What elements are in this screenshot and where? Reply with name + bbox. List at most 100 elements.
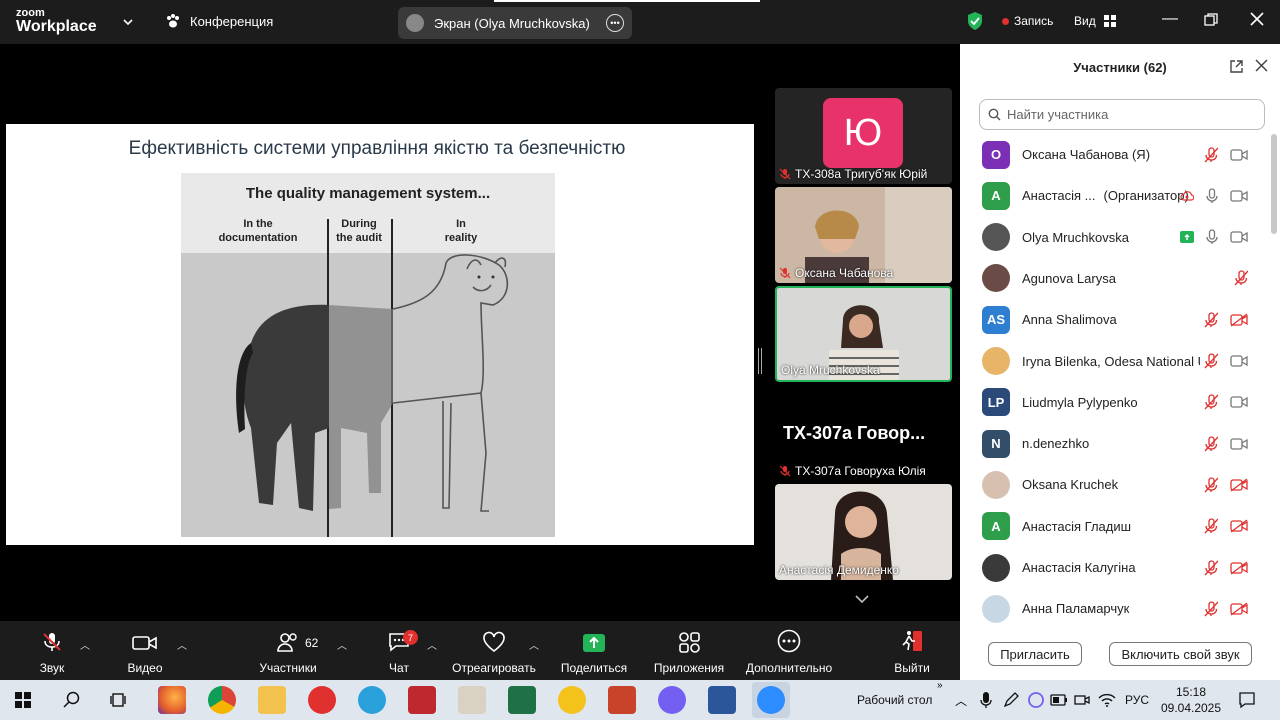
participant-row[interactable]: O Оксана Чабанова (Я) xyxy=(960,134,1270,175)
meme-col-documentation: In the documentation xyxy=(218,218,298,244)
unmute-self-button[interactable]: Включить свой звук xyxy=(1109,642,1252,666)
grid-view-icon xyxy=(1103,15,1116,27)
paw-icon xyxy=(167,14,179,28)
chevron-down-icon[interactable] xyxy=(853,590,871,608)
video-tile-active-speaker[interactable]: Olya Mruchkovska xyxy=(775,286,952,382)
close-panel-icon[interactable] xyxy=(1255,59,1268,72)
windows-start-icon[interactable] xyxy=(15,692,31,708)
pen-tray-icon[interactable] xyxy=(1002,691,1020,709)
mic-icon xyxy=(1206,229,1218,245)
expand-icon[interactable]: » xyxy=(937,680,943,691)
popout-icon[interactable] xyxy=(1229,59,1244,74)
view-button[interactable]: Вид xyxy=(1074,14,1116,28)
microphone-tray-icon[interactable] xyxy=(980,691,992,709)
excel-icon[interactable] xyxy=(508,686,536,714)
audio-caret-icon[interactable]: ︿ xyxy=(80,637,90,652)
chrome-icon[interactable] xyxy=(208,686,236,714)
apps-button[interactable]: Приложения xyxy=(650,621,728,680)
react-caret-icon[interactable]: ︿ xyxy=(529,637,539,652)
scrollbar[interactable] xyxy=(1271,134,1277,234)
avatar: Ю xyxy=(823,98,903,168)
resize-handle[interactable] xyxy=(758,348,762,374)
leave-button[interactable]: Выйти xyxy=(890,621,934,680)
participant-name: Анастасія Демиденко xyxy=(779,563,899,577)
react-button[interactable]: Отреагировать xyxy=(450,621,538,680)
wifi-icon[interactable] xyxy=(1098,692,1116,708)
share-screen-button[interactable]: Поделиться xyxy=(558,621,630,680)
viber-tray-icon[interactable] xyxy=(1027,691,1045,709)
word-icon[interactable] xyxy=(708,686,736,714)
more-button[interactable]: Дополнительно xyxy=(742,621,836,680)
zoom-app-icon xyxy=(757,686,785,714)
participant-row[interactable]: Agunova Larysa xyxy=(960,258,1270,299)
heart-icon xyxy=(483,631,505,653)
participant-row[interactable]: Nn.denezhko xyxy=(960,423,1270,464)
participant-search[interactable] xyxy=(979,99,1265,130)
video-tile[interactable]: Оксана Чабанова xyxy=(775,187,952,283)
participant-row[interactable]: Анастасія Калугіна xyxy=(960,547,1270,588)
minimize-icon[interactable]: — xyxy=(1162,10,1178,28)
chat-badge: 7 xyxy=(403,630,418,645)
more-options-icon[interactable]: ••• xyxy=(606,14,624,32)
notification-icon[interactable] xyxy=(1238,691,1256,709)
video-button[interactable]: Видео xyxy=(120,621,170,680)
screen-share-label: Экран (Olya Mruchkovska) xyxy=(434,15,590,31)
participant-name: Agunova Larysa xyxy=(1022,270,1116,286)
restore-icon[interactable] xyxy=(1204,13,1218,27)
participant-row[interactable]: Olya Mruchkovska xyxy=(960,217,1270,258)
participant-name: Olya Mruchkovska xyxy=(781,363,880,377)
participant-row[interactable]: AS Anna Shalimova xyxy=(960,299,1270,340)
avatar xyxy=(982,470,1010,499)
invite-button[interactable]: Пригласить xyxy=(988,642,1082,666)
participant-role: (Организатор) xyxy=(1103,188,1189,204)
participant-row[interactable]: Iryna Bilenka, Odesa National U... xyxy=(960,341,1270,382)
participant-row[interactable]: Oksana Kruchek xyxy=(960,464,1270,505)
avatar: A xyxy=(982,181,1010,210)
media-player-icon[interactable] xyxy=(408,686,436,714)
participants-button[interactable]: Участники xyxy=(254,621,322,680)
tray-overflow-icon[interactable]: ︿ xyxy=(955,692,967,709)
avatar xyxy=(982,347,1010,375)
avatar: LP xyxy=(982,388,1010,417)
zoom-logo: zoom Workplace xyxy=(16,7,97,35)
video-tile[interactable]: Ю ТХ-308а Тригуб'як Юрій xyxy=(775,88,952,184)
record-indicator[interactable]: Запись xyxy=(1002,14,1053,28)
opera-icon[interactable] xyxy=(308,686,336,714)
screen-share-pill[interactable]: Экран (Olya Mruchkovska) ••• xyxy=(398,7,632,39)
paint-icon[interactable] xyxy=(458,686,486,714)
search-input[interactable] xyxy=(1007,107,1247,122)
participant-row[interactable]: Анна Паламарчук xyxy=(960,588,1270,629)
video-tile[interactable]: ТХ-307а Говор... ТХ-307а Говоруха Юлія xyxy=(775,385,952,481)
meme-image: The quality management system... In the d… xyxy=(181,173,555,537)
camera-tray-icon[interactable] xyxy=(1074,692,1090,708)
powerpoint-icon[interactable] xyxy=(608,686,636,714)
search-icon[interactable] xyxy=(63,691,81,709)
participant-row[interactable]: LP Liudmyla Pylypenko xyxy=(960,382,1270,423)
security-shield-icon[interactable] xyxy=(966,11,984,31)
audio-button[interactable]: Звук xyxy=(30,621,74,680)
participants-caret-icon[interactable]: ︿ xyxy=(337,637,347,652)
task-view-icon[interactable] xyxy=(110,691,128,709)
more-icon xyxy=(777,629,801,653)
firefox-icon[interactable] xyxy=(158,686,186,714)
participant-name: Liudmyla Pylypenko xyxy=(1022,394,1138,410)
participant-row[interactable]: A Анастасія Гладиш xyxy=(960,506,1270,547)
zoom-taskbar-active[interactable] xyxy=(752,682,790,718)
file-explorer-icon[interactable] xyxy=(258,686,286,714)
clock[interactable]: 15:18 09.04.2025 xyxy=(1160,684,1222,716)
mic-off-icon xyxy=(779,168,791,180)
sharing-icon xyxy=(1180,231,1194,244)
chevron-down-icon[interactable] xyxy=(120,14,136,30)
conference-menu[interactable]: Конференция xyxy=(164,12,273,30)
chat-caret-icon[interactable]: ︿ xyxy=(427,637,437,652)
video-caret-icon[interactable]: ︿ xyxy=(177,637,187,652)
participant-row[interactable]: A Анастасія ... (Организатор) xyxy=(960,175,1270,216)
close-window-icon[interactable] xyxy=(1250,12,1264,26)
archiver-icon[interactable] xyxy=(558,686,586,714)
language-indicator[interactable]: РУС xyxy=(1125,680,1149,720)
video-tile[interactable]: Анастасія Демиденко xyxy=(775,484,952,580)
battery-icon[interactable] xyxy=(1050,693,1068,707)
telegram-icon[interactable] xyxy=(358,686,386,714)
desktop-label[interactable]: Рабочий стол xyxy=(857,680,932,720)
viber-icon[interactable] xyxy=(658,686,686,714)
